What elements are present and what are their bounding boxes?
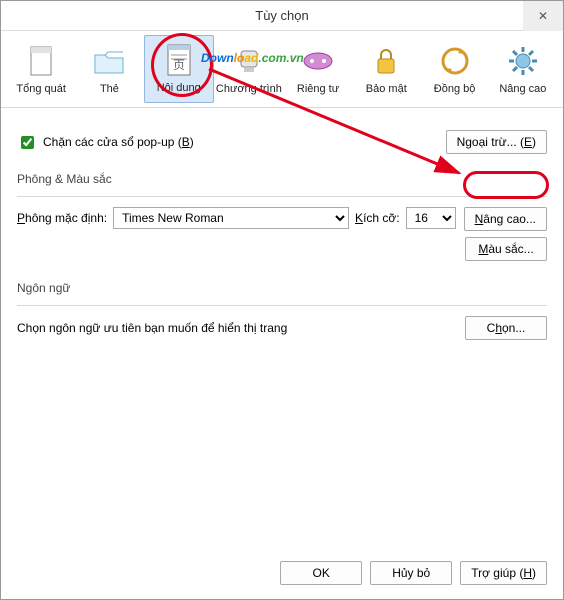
gear-icon	[505, 43, 541, 79]
choose-language-button[interactable]: Chọn...	[465, 316, 547, 340]
separator	[1, 107, 563, 108]
tab-label: Đồng bộ	[434, 83, 476, 95]
popup-block-row: Chặn các cửa sổ pop-up (B) Ngoại trừ... …	[17, 130, 547, 154]
tab-label: Nâng cao	[499, 83, 546, 95]
tab-label: Bảo mật	[366, 83, 407, 95]
content-panel: Chặn các cửa sổ pop-up (B) Ngoại trừ... …	[1, 118, 563, 340]
tab-label: Thẻ	[100, 83, 119, 95]
exceptions-button[interactable]: Ngoại trừ... (E)	[446, 130, 547, 154]
tab-tabs[interactable]: Thẻ	[75, 35, 143, 103]
category-tabs: Tổng quát Thẻ 页 Nội dung Chương trình Ri…	[1, 31, 563, 103]
colors-button[interactable]: Màu sắc...	[465, 237, 547, 261]
popup-block-checkbox[interactable]	[21, 136, 34, 149]
fonts-buttons: Nâng cao... Màu sắc...	[464, 207, 547, 261]
default-font-row: Phông mặc định: Times New Roman Kích cỡ:…	[17, 207, 456, 229]
default-font-label: Phông mặc định:	[17, 211, 107, 225]
popup-block-checkbox-label[interactable]: Chặn các cửa sổ pop-up (B)	[17, 133, 194, 152]
separator	[17, 196, 547, 197]
language-section-title: Ngôn ngữ	[17, 281, 547, 295]
language-row: Chọn ngôn ngữ ưu tiên bạn muốn để hiển t…	[17, 316, 547, 340]
separator	[17, 305, 547, 306]
tab-content[interactable]: 页 Nội dung	[144, 35, 214, 103]
window-title: Tùy chọn	[255, 8, 308, 23]
tab-security[interactable]: Bảo mật	[352, 35, 420, 103]
tab-general[interactable]: Tổng quát	[7, 35, 75, 103]
tab-label: Nội dung	[157, 82, 201, 94]
font-size-label: Kích cỡ:	[355, 211, 400, 225]
lock-icon	[368, 43, 404, 79]
popup-block-text: Chặn các cửa sổ pop-up (B)	[43, 135, 194, 149]
titlebar: Tùy chọn ✕	[1, 1, 563, 31]
tab-advanced[interactable]: Nâng cao	[489, 35, 557, 103]
tab-label: Tổng quát	[16, 83, 66, 95]
dialog-footer: OK Hủy bỏ Trợ giúp (H)	[280, 561, 547, 585]
help-button[interactable]: Trợ giúp (H)	[460, 561, 547, 585]
general-icon	[23, 43, 59, 79]
page-icon: 页	[161, 42, 197, 78]
font-size-select[interactable]: 16	[406, 207, 456, 229]
cancel-button[interactable]: Hủy bỏ	[370, 561, 452, 585]
sync-icon	[437, 43, 473, 79]
ok-button[interactable]: OK	[280, 561, 362, 585]
folder-icon	[91, 43, 127, 79]
options-window: Tùy chọn ✕ Tổng quát Thẻ 页 Nội dung	[0, 0, 564, 600]
mask-icon	[300, 43, 336, 79]
close-icon: ✕	[538, 9, 548, 23]
language-description: Chọn ngôn ngữ ưu tiên bạn muốn để hiển t…	[17, 321, 287, 335]
fonts-section-title: Phông & Màu sắc	[17, 172, 547, 186]
tab-programs[interactable]: Chương trình	[214, 35, 284, 103]
tab-sync[interactable]: Đồng bộ	[420, 35, 488, 103]
tab-label: Riêng tư	[297, 83, 339, 95]
tab-privacy[interactable]: Riêng tư	[284, 35, 352, 103]
programs-icon	[231, 43, 267, 79]
close-button[interactable]: ✕	[523, 1, 563, 31]
tab-label: Chương trình	[216, 83, 282, 95]
font-family-select[interactable]: Times New Roman	[113, 207, 349, 229]
fonts-advanced-button[interactable]: Nâng cao...	[464, 207, 547, 231]
svg-text:页: 页	[173, 58, 185, 72]
